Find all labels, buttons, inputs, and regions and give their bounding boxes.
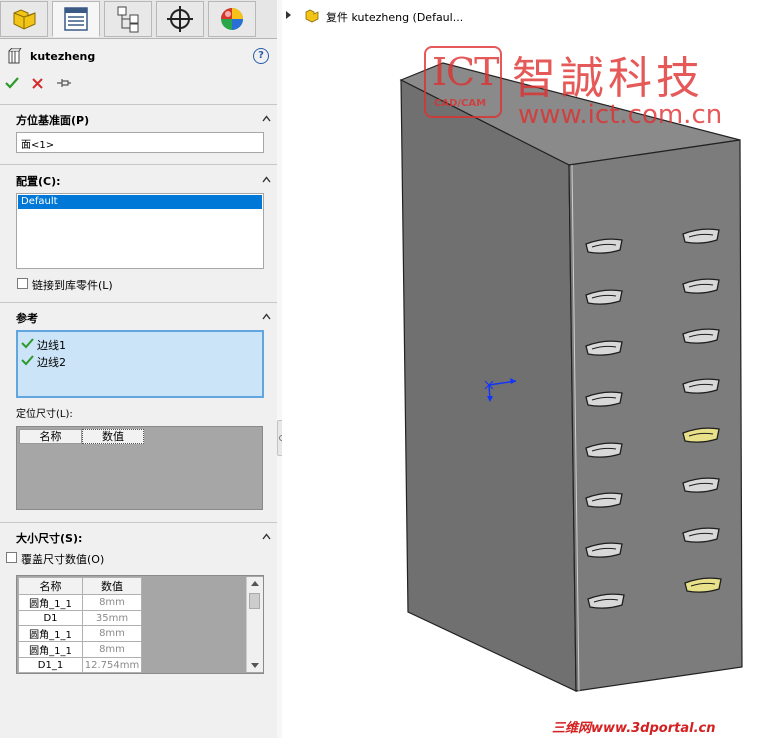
chevron-up-icon[interactable] — [262, 532, 271, 541]
dimension-value[interactable]: 8mm — [82, 625, 142, 642]
ict-logo: ICT CAD/CAM — [424, 46, 502, 118]
tab-dimxpert-manager[interactable] — [156, 1, 204, 37]
divider — [0, 302, 277, 303]
chevron-up-icon[interactable] — [262, 175, 271, 184]
configuration-title: 配置(C): — [16, 175, 61, 188]
appearance-sphere-icon — [221, 8, 243, 30]
footer-watermark: 三维网www.3dportal.cn — [552, 721, 716, 736]
dimension-value[interactable]: 12.754mm — [82, 657, 142, 673]
tab-property-manager[interactable] — [52, 1, 100, 37]
override-dimensions-label: 覆盖尺寸数值(O) — [21, 553, 105, 566]
tab-display-manager[interactable] — [208, 1, 256, 37]
crosshair-icon — [167, 6, 193, 32]
check-icon — [21, 355, 34, 366]
table-row[interactable]: D1_1 12.754mm — [18, 657, 142, 673]
reference-item[interactable]: 边线2 — [37, 354, 66, 370]
scroll-down-icon[interactable] — [251, 663, 259, 669]
dimension-name: D1 — [18, 610, 83, 626]
orientation-plane-value: 面<1> — [21, 140, 55, 151]
property-list-icon — [64, 7, 88, 31]
dimension-value[interactable]: 8mm — [82, 641, 142, 658]
configuration-list[interactable]: Default — [16, 193, 264, 269]
tab-feature-manager[interactable] — [0, 1, 48, 37]
dimension-value[interactable]: 8mm — [82, 594, 142, 611]
cancel-x-icon[interactable] — [32, 78, 43, 89]
ok-check-icon[interactable] — [5, 76, 19, 90]
column-header-name[interactable]: 名称 — [18, 577, 83, 595]
orientation-plane-field[interactable]: 面<1> — [16, 132, 264, 153]
configuration-tree-icon — [117, 6, 139, 33]
override-dimensions-checkbox[interactable] — [6, 552, 17, 563]
library-feature-icon — [8, 48, 22, 64]
help-icon[interactable]: ? — [253, 48, 269, 64]
part-icon — [13, 9, 36, 30]
column-header-value[interactable]: 数值 — [82, 577, 142, 595]
dimension-name: 圆角_1_1 — [18, 594, 83, 611]
company-url: www.ict.com.cn — [518, 100, 723, 130]
company-name: 智誠科技 — [512, 53, 704, 104]
column-header-value[interactable]: 数值 — [82, 429, 144, 444]
manager-tabs — [0, 0, 277, 39]
divider — [0, 104, 277, 105]
chevron-up-icon[interactable] — [262, 312, 271, 321]
link-library-label: 链接到库零件(L) — [32, 279, 113, 292]
locating-dimensions-label: 定位尺寸(L): — [16, 409, 73, 420]
reference-title: 参考 — [16, 312, 38, 325]
locating-dimensions-table[interactable]: 名称 数值 — [16, 426, 263, 510]
table-row[interactable]: 圆角_1_1 8mm — [18, 641, 142, 658]
property-manager-panel: kutezheng ? 方位基准面(P) 面<1> 配置(C): Default… — [0, 0, 278, 738]
orientation-plane-title: 方位基准面(P) — [16, 114, 90, 127]
dimension-name: D1_1 — [18, 657, 83, 673]
pin-icon[interactable] — [56, 77, 72, 89]
dimension-name: 圆角_1_1 — [18, 625, 83, 642]
tab-configuration-manager[interactable] — [104, 1, 152, 37]
link-library-checkbox[interactable] — [17, 278, 28, 289]
logo-text: ICT — [432, 50, 499, 94]
size-dimensions-title: 大小尺寸(S): — [16, 532, 83, 545]
panel-title: kutezheng — [30, 50, 96, 63]
reference-list[interactable]: 边线1 边线2 — [16, 330, 264, 398]
logo-subtext: CAD/CAM — [434, 98, 487, 109]
table-row[interactable]: 圆角_1_1 8mm — [18, 625, 142, 642]
vertical-scrollbar[interactable] — [246, 577, 263, 672]
divider — [0, 522, 277, 523]
table-row[interactable]: D1 35mm — [18, 610, 142, 626]
check-icon — [21, 338, 34, 349]
column-header-name[interactable]: 名称 — [19, 429, 82, 444]
dimension-name: 圆角_1_1 — [18, 641, 83, 658]
dimension-value[interactable]: 35mm — [82, 610, 142, 626]
table-row[interactable]: 圆角_1_1 8mm — [18, 594, 142, 611]
graphics-area[interactable]: 复件 kutezheng (Defaul... ICT CAD/CAM 智誠科技… — [282, 0, 765, 738]
scroll-thumb[interactable] — [249, 593, 260, 609]
configuration-item-default[interactable]: Default — [18, 195, 262, 209]
divider — [0, 164, 277, 165]
size-table-grid: 名称 数值 圆角_1_1 8mm D1 35mm 圆角_1_1 8mm 圆角_1… — [18, 577, 142, 673]
scroll-up-icon[interactable] — [251, 580, 259, 586]
reference-item[interactable]: 边线1 — [37, 337, 66, 353]
chevron-up-icon[interactable] — [262, 114, 271, 123]
size-dimensions-table[interactable]: 名称 数值 圆角_1_1 8mm D1 35mm 圆角_1_1 8mm 圆角_1… — [16, 575, 264, 674]
